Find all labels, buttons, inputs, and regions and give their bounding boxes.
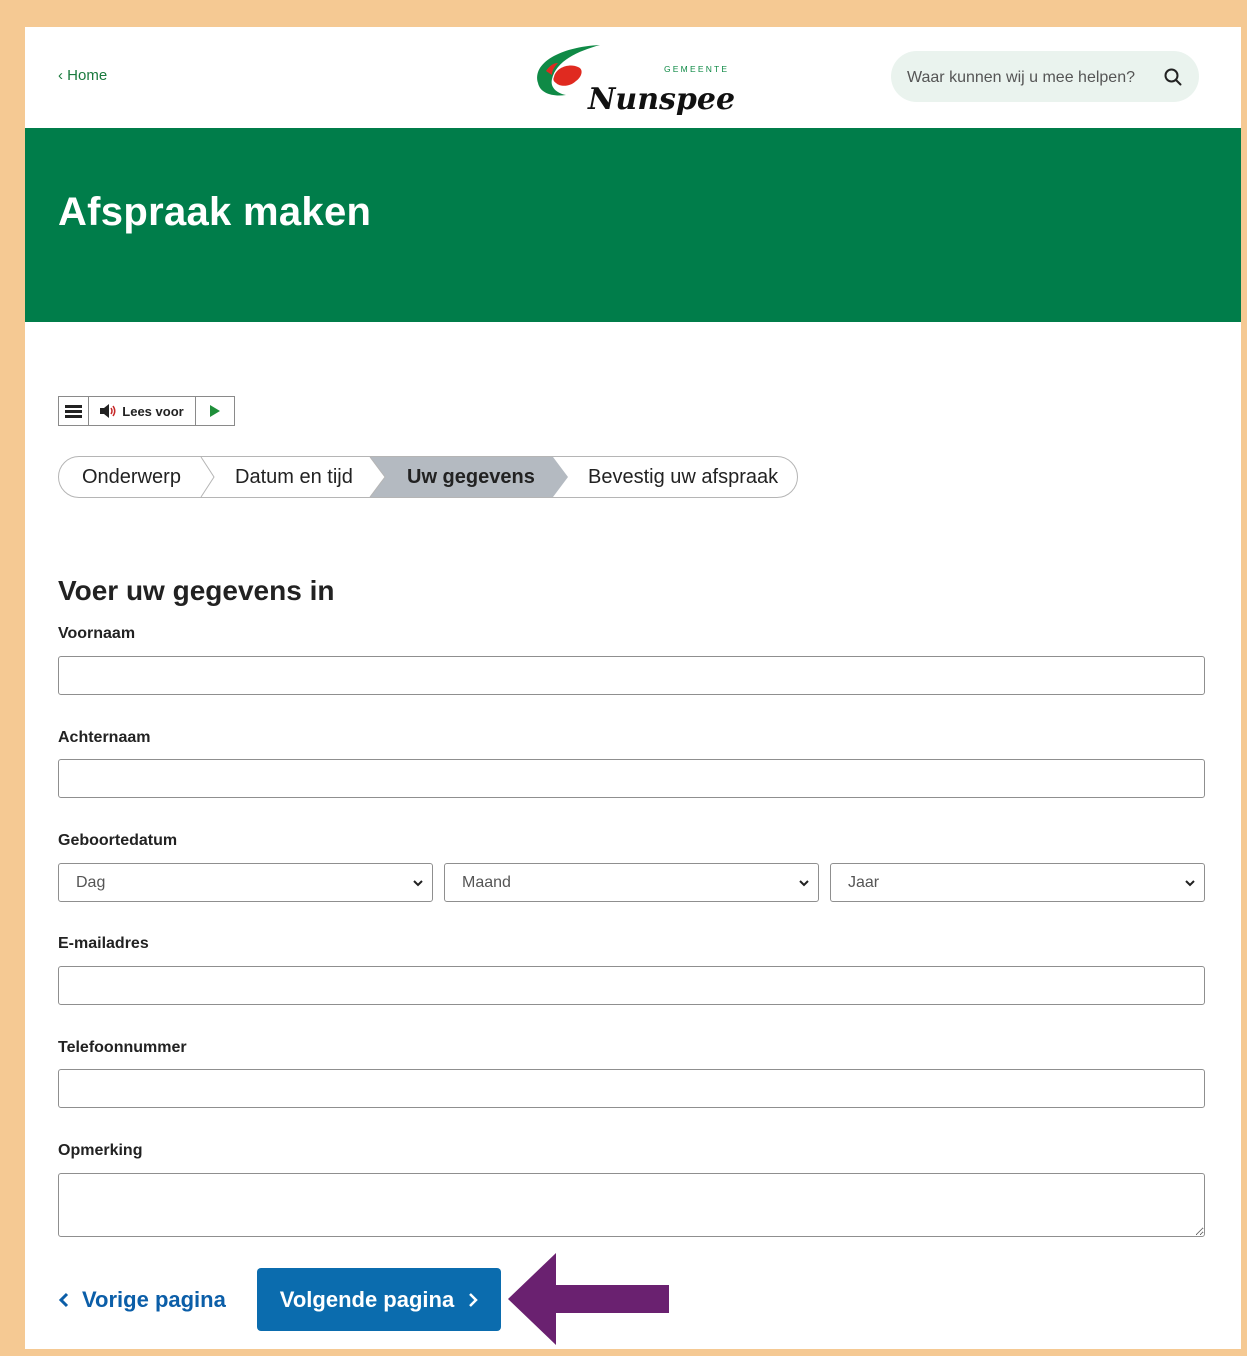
firstname-label: Voornaam (58, 625, 136, 642)
birth-day-value: Dag (76, 874, 106, 891)
search-input[interactable] (905, 51, 1149, 104)
step-uw-gegevens[interactable]: Uw gegevens (407, 457, 535, 497)
step-onderwerp[interactable]: Onderwerp (82, 457, 181, 497)
chevron-down-icon (413, 880, 423, 887)
birth-day-select[interactable]: Dag (58, 863, 433, 902)
remark-textarea[interactable] (58, 1173, 1205, 1237)
next-page-button[interactable]: Volgende pagina (257, 1268, 501, 1331)
email-label: E-mailadres (58, 935, 149, 952)
logo-gemeente-text: GEMEENTE (664, 64, 729, 74)
reader-label: Lees voor (122, 403, 184, 419)
chevron-down-icon (1185, 880, 1195, 887)
reader-play-button[interactable] (196, 397, 234, 425)
lastname-field[interactable] (58, 759, 1205, 798)
step-bevestig[interactable]: Bevestig uw afspraak (588, 457, 778, 497)
site-header: ‹ Home Nunspeet GEMEENTE (25, 27, 1241, 128)
lastname-label: Achternaam (58, 729, 151, 746)
next-page-label: Volgende pagina (279, 1286, 455, 1312)
progress-stepper: Onderwerp Datum en tijd Uw gegevens Beve… (58, 456, 798, 498)
phone-label: Telefoonnummer (58, 1039, 187, 1056)
birthdate-label: Geboortedatum (58, 832, 178, 849)
page-hero: Afspraak maken (25, 128, 1241, 322)
page: ‹ Home Nunspeet GEMEENTE Afspraak maken (25, 27, 1241, 1349)
form-title: Voer uw gegevens in (58, 575, 335, 606)
phone-field[interactable] (58, 1069, 1205, 1108)
birth-year-select[interactable]: Jaar (830, 863, 1205, 902)
email-field[interactable] (58, 966, 1205, 1005)
page-title: Afspraak maken (58, 190, 372, 234)
site-search (891, 51, 1199, 104)
reader-lees-voor-button[interactable]: Lees voor (89, 397, 196, 425)
hamburger-icon (65, 404, 82, 418)
search-icon[interactable] (1163, 67, 1183, 87)
chevron-down-icon (799, 880, 809, 887)
chevron-left-icon: ‹ (58, 67, 68, 84)
nunspeet-logo[interactable]: Nunspeet GEMEENTE (530, 41, 749, 117)
previous-page-label: Vorige pagina (82, 1287, 226, 1312)
logo-mark: Nunspeet GEMEENTE (537, 45, 749, 117)
home-link[interactable]: ‹ Home (58, 67, 107, 84)
step-datum-en-tijd[interactable]: Datum en tijd (235, 457, 353, 497)
remark-label: Opmerking (58, 1142, 143, 1159)
reader-menu-button[interactable] (59, 397, 89, 425)
speaker-icon (100, 404, 116, 418)
birth-year-value: Jaar (848, 874, 880, 891)
chevron-right-icon (469, 1292, 478, 1307)
birth-month-select[interactable]: Maand (444, 863, 819, 902)
readspeaker-widget: Lees voor (58, 396, 235, 426)
previous-page-link[interactable]: Vorige pagina (58, 1282, 226, 1318)
birth-month-value: Maand (462, 874, 511, 891)
chevron-left-icon (58, 1292, 69, 1308)
play-icon (210, 405, 220, 417)
firstname-field[interactable] (58, 656, 1205, 695)
annotation-arrow-icon (508, 1253, 669, 1345)
logo-wordmark: Nunspeet (587, 82, 735, 115)
